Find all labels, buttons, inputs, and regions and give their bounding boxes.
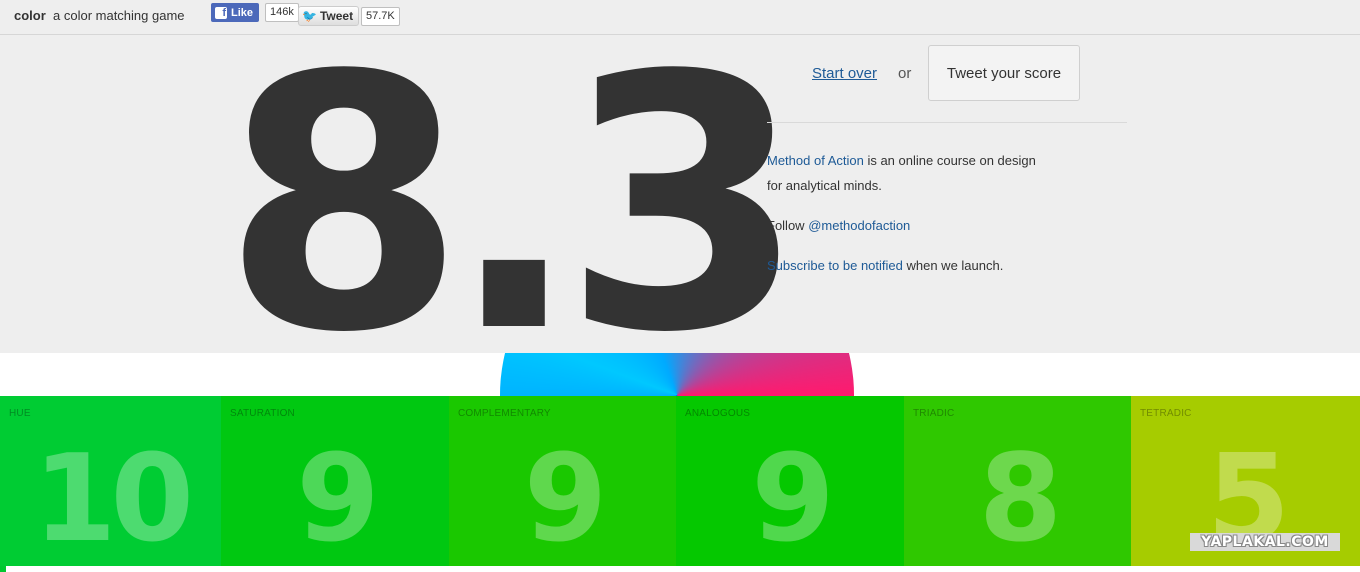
watermark: YAPLAKAL.COM [1190, 533, 1340, 551]
subscribe-line: Subscribe to be notified when we launch. [767, 253, 1077, 278]
divider [767, 122, 1127, 123]
category-tile-triadic: TRIADIC 8 [904, 396, 1131, 566]
category-score: 8 [978, 430, 1063, 566]
category-label: TRIADIC [913, 408, 955, 419]
color-wheel [500, 353, 854, 396]
category-label: SATURATION [230, 408, 295, 419]
category-label: COMPLEMENTARY [458, 408, 551, 419]
course-text-2: for analytical minds. [767, 178, 882, 193]
category-score: 10 [33, 430, 194, 566]
start-over-link[interactable]: Start over [812, 65, 877, 82]
category-label: ANALOGOUS [685, 408, 751, 419]
category-tile-complementary: COMPLEMENTARY 9 [449, 396, 676, 566]
brand-tagline: a color matching game [53, 8, 185, 23]
follow-handle-link[interactable]: @methodofaction [808, 218, 910, 233]
category-tile-analogous: ANALOGOUS 9 [676, 396, 904, 566]
tweet-your-score-button[interactable]: Tweet your score [928, 45, 1080, 101]
course-text-1: is an online course on design [863, 153, 1036, 168]
score-panel: 8.3 Start over or Tweet your score Metho… [0, 1, 1360, 409]
category-scores: HUE 10 SATURATION 9 COMPLEMENTARY 9 ANALOGOUS 9… [0, 396, 1360, 566]
bottom-edge [0, 566, 1360, 572]
category-score: 9 [523, 430, 608, 566]
follow-line: Follow @methodofaction [767, 213, 1077, 238]
category-score: 9 [751, 430, 835, 566]
total-score: 8.3 [222, 1, 806, 409]
subscribe-text: when we launch. [902, 258, 1004, 273]
category-tile-hue: HUE 10 [0, 396, 221, 566]
subscribe-link[interactable]: Subscribe to be notified [767, 258, 903, 273]
category-label: TETRADIC [1140, 408, 1192, 419]
category-score: 9 [296, 430, 380, 566]
method-of-action-link[interactable]: Method of Action [767, 153, 864, 168]
follow-text: Follow [767, 218, 809, 233]
brand-name[interactable]: color [14, 8, 46, 23]
or-separator: or [898, 65, 912, 82]
category-label: HUE [9, 408, 31, 419]
category-tile-saturation: SATURATION 9 [221, 396, 449, 566]
color-wheel-disc [500, 353, 854, 396]
course-promo: Method of Action is an online course on … [767, 148, 1077, 198]
